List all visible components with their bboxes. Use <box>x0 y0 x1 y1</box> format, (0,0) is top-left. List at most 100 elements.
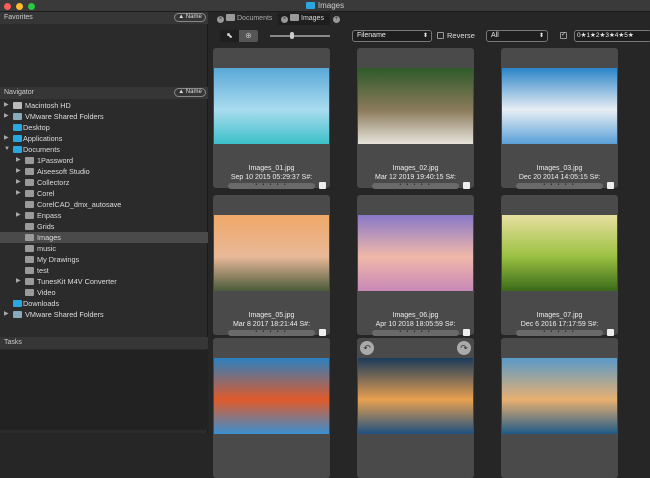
thumbnail-size-slider[interactable] <box>270 32 330 39</box>
thumbnail-card[interactable]: Images_06.jpg Apr 10 2018 18:05:59 S#: •… <box>357 195 474 336</box>
thumbnail-card[interactable]: Images_05.jpg Mar 8 2017 18:21:44 S#: • … <box>213 195 330 336</box>
tab-images[interactable]: × Images <box>278 13 330 25</box>
disclosure-open-icon[interactable]: ▼ <box>4 144 10 155</box>
select-checkbox[interactable] <box>607 182 614 189</box>
thumbnail-card[interactable]: ↶ ↷ <box>357 338 474 478</box>
select-checkbox[interactable] <box>463 182 470 189</box>
navigator-item-label: Collectorz <box>37 178 70 187</box>
slider-handle[interactable] <box>290 32 294 39</box>
disclosure-closed-icon[interactable]: ▶ <box>4 133 9 144</box>
thumbnail-image[interactable] <box>214 215 329 291</box>
rating-bar[interactable]: • • • • • <box>516 330 603 336</box>
navigator-item-label: Downloads <box>23 299 60 308</box>
rotate-right-icon[interactable]: ↷ <box>457 341 471 355</box>
disclosure-closed-icon[interactable]: ▶ <box>16 210 21 221</box>
navigator-item[interactable]: ▶ VMware Shared Folders <box>0 111 208 122</box>
thumbnail-card[interactable] <box>213 338 330 478</box>
navigator-item-label: VMware Shared Folders <box>25 310 104 319</box>
file-name: Images_05.jpg <box>248 312 295 319</box>
folder-icon <box>13 124 22 131</box>
navigator-item-label: Macintosh HD <box>25 101 71 110</box>
close-tab-icon[interactable]: × <box>217 16 224 23</box>
navigator-item[interactable]: CorelCAD_dmx_autosave <box>0 199 208 210</box>
disclosure-closed-icon[interactable]: ▶ <box>16 276 21 287</box>
thumbnail-image[interactable] <box>358 358 473 434</box>
rating-bar[interactable]: • • • • • <box>372 183 459 189</box>
tab-label: Documents <box>237 15 273 22</box>
folder-icon <box>25 212 34 219</box>
rating-filter[interactable]: 0★1★2★3★4★5★ <box>574 30 650 42</box>
thumbnail-image[interactable] <box>214 358 329 434</box>
reverse-checkbox[interactable] <box>437 32 444 39</box>
disclosure-closed-icon[interactable]: ▶ <box>4 111 9 122</box>
rotate-left-icon[interactable]: ↶ <box>360 341 374 355</box>
rating-bar[interactable]: • • • • • <box>516 183 603 189</box>
rating-bar[interactable]: • • • • • <box>372 330 459 336</box>
tab-label: Images <box>301 15 324 22</box>
folder-icon <box>13 135 22 142</box>
reverse-label: Reverse <box>447 31 475 40</box>
select-checkbox[interactable] <box>319 329 326 336</box>
navigator-item[interactable]: ▶ Applications <box>0 133 208 144</box>
thumbnail-card[interactable]: Images_01.jpg Sep 10 2015 05:29:37 S#: •… <box>213 48 330 189</box>
pointer-tool-icon[interactable]: ⬉ <box>220 30 239 42</box>
navigator-item[interactable]: ▼ Documents <box>0 144 208 155</box>
navigator-item[interactable]: Grids <box>0 221 208 232</box>
thumbnail-card[interactable]: Images_07.jpg Dec 6 2016 17:17:59 S#: • … <box>501 195 618 336</box>
thumbnail-card[interactable] <box>501 338 618 478</box>
thumbnail-image[interactable] <box>502 215 617 291</box>
rating-bar[interactable]: • • • • • <box>228 183 315 189</box>
thumbnail-image[interactable] <box>214 68 329 144</box>
navigator-item[interactable]: test <box>0 265 208 276</box>
filter-select[interactable]: All ⬍ <box>486 30 548 42</box>
thumbnail-card[interactable]: Images_02.jpg Mar 12 2019 19:40:15 S#: •… <box>357 48 474 189</box>
thumbnail-image[interactable] <box>358 68 473 144</box>
navigator-item[interactable]: ▶ Enpass <box>0 210 208 221</box>
navigator-item[interactable]: Video <box>0 287 208 298</box>
navigator-sort-button[interactable]: ▲ Name <box>174 88 206 97</box>
navigator-item[interactable]: music <box>0 243 208 254</box>
toolbar: ⬉ ⊕ Filename ⬍ Reverse All ⬍ ✓ 0★1★2★3★4★5… <box>212 28 650 44</box>
disclosure-closed-icon[interactable]: ▶ <box>16 166 21 177</box>
navigator-item[interactable]: ▶ 1Password <box>0 155 208 166</box>
navigator-item[interactable]: ▶ Macintosh HD <box>0 100 208 111</box>
disclosure-closed-icon[interactable]: ▶ <box>4 309 9 320</box>
sort-field-select[interactable]: Filename ⬍ <box>352 30 432 42</box>
navigator-item-label: Corel <box>37 189 55 198</box>
navigator-item[interactable]: ▶ TunesKit M4V Converter <box>0 276 208 287</box>
disclosure-closed-icon[interactable]: ▶ <box>16 188 21 199</box>
disclosure-closed-icon[interactable]: ▶ <box>4 100 9 111</box>
file-date: Dec 6 2016 17:17:59 S#: <box>520 321 599 328</box>
select-checkbox[interactable] <box>607 329 614 336</box>
navigator-item[interactable]: ▶ Collectorz <box>0 177 208 188</box>
navigator-item[interactable]: Images <box>0 232 208 243</box>
disclosure-closed-icon[interactable]: ▶ <box>16 177 21 188</box>
select-checkbox[interactable] <box>463 329 470 336</box>
favorites-sort-button[interactable]: ▲ Name <box>174 13 206 22</box>
file-date: Dec 20 2014 14:05:15 S#: <box>518 174 601 181</box>
folder-icon <box>25 234 34 241</box>
thumbnail-card[interactable]: Images_03.jpg Dec 20 2014 14:05:15 S#: •… <box>501 48 618 189</box>
navigator-item[interactable]: Desktop <box>0 122 208 133</box>
thumbnail-image[interactable] <box>502 68 617 144</box>
navigator-item-label: Video <box>37 288 56 297</box>
folder-icon <box>25 223 34 230</box>
rating-bar[interactable]: • • • • • <box>228 330 315 336</box>
thumbnail-image[interactable] <box>502 358 617 434</box>
navigator-item-label: test <box>37 266 49 275</box>
tab-documents[interactable]: × Documents <box>214 13 276 25</box>
navigator-item[interactable]: ▶ Aiseesoft Studio <box>0 166 208 177</box>
navigator-item[interactable]: ▶ VMware Shared Folders <box>0 309 208 320</box>
select-checkbox[interactable] <box>319 182 326 189</box>
close-tab-icon[interactable]: × <box>281 16 288 23</box>
navigator-item[interactable]: ▶ Corel <box>0 188 208 199</box>
rating-filter-checkbox[interactable]: ✓ <box>560 32 567 39</box>
thumbnail-image[interactable] <box>358 215 473 291</box>
file-date: Sep 10 2015 05:29:37 S#: <box>230 174 313 181</box>
navigator-item-label: Grids <box>37 222 55 231</box>
disclosure-closed-icon[interactable]: ▶ <box>16 155 21 166</box>
navigator-item[interactable]: Downloads <box>0 298 208 309</box>
add-tab-button[interactable]: + <box>330 13 342 25</box>
zoom-tool-icon[interactable]: ⊕ <box>239 30 258 42</box>
navigator-item[interactable]: My Drawings <box>0 254 208 265</box>
